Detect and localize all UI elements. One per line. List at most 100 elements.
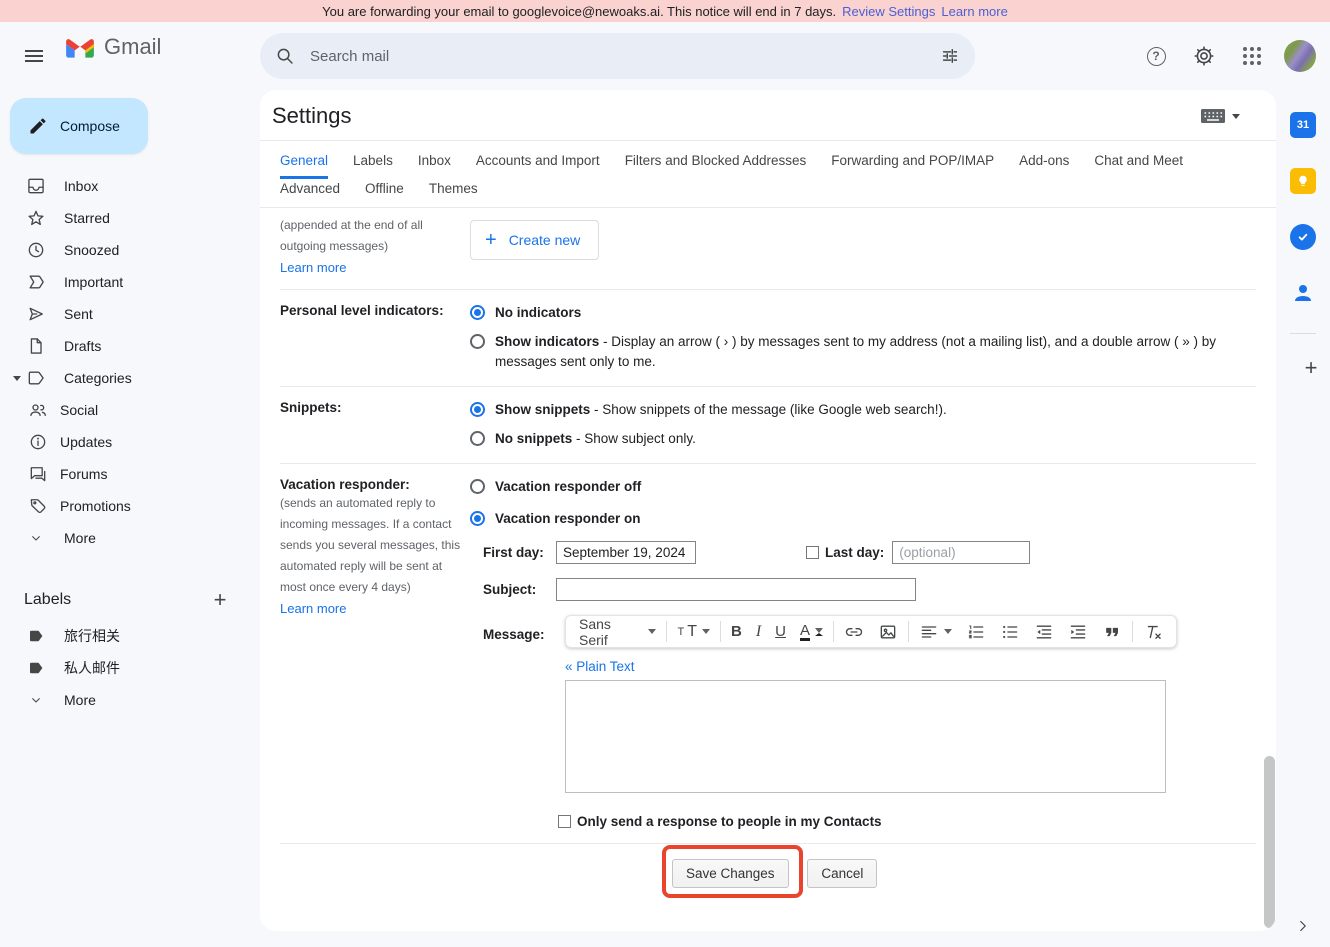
signature-learn-more-link[interactable]: Learn more: [280, 260, 346, 275]
google-apps-button[interactable]: [1232, 36, 1272, 76]
vacation-off-option[interactable]: Vacation responder off: [470, 477, 1256, 497]
remove-formatting-button[interactable]: [1136, 620, 1170, 644]
hide-side-panel-button[interactable]: [1294, 917, 1312, 935]
radio-selected-icon[interactable]: [470, 511, 485, 526]
tab-chat-meet[interactable]: Chat and Meet: [1094, 153, 1183, 179]
font-family-select[interactable]: Sans Serif: [572, 620, 663, 644]
search-icon[interactable]: [274, 45, 296, 67]
show-snippets-option[interactable]: Show snippets - Show snippets of the mes…: [470, 400, 1256, 420]
radio-icon[interactable]: [470, 479, 485, 494]
sidebar-item-categories[interactable]: Categories: [0, 362, 240, 394]
sidebar-item-important[interactable]: Important: [0, 266, 240, 298]
tab-offline[interactable]: Offline: [365, 181, 404, 207]
tab-general[interactable]: General: [280, 153, 328, 179]
labels-more[interactable]: More: [0, 684, 240, 716]
main-menu-icon[interactable]: [14, 36, 54, 76]
sidebar-item-promotions[interactable]: Promotions: [0, 490, 240, 522]
signature-note: (appended at the end of all outgoing mes…: [280, 215, 462, 257]
quote-button[interactable]: [1095, 620, 1129, 644]
indent-less-button[interactable]: [1027, 620, 1061, 644]
settings-button[interactable]: [1184, 36, 1224, 76]
underline-button[interactable]: U: [768, 620, 793, 644]
keep-button[interactable]: [1283, 161, 1323, 201]
side-panel: 31: [1276, 90, 1330, 947]
contacts-button[interactable]: [1283, 273, 1323, 313]
sidebar-item-inbox[interactable]: Inbox: [0, 170, 240, 202]
contacts-only-checkbox[interactable]: [558, 815, 571, 828]
chat-icon: [28, 464, 48, 484]
label-item-travel[interactable]: 旅行相关: [0, 620, 240, 652]
vacation-learn-more-link[interactable]: Learn more: [280, 601, 346, 616]
tab-accounts-import[interactable]: Accounts and Import: [476, 153, 600, 179]
scrollbar-thumb[interactable]: [1264, 756, 1275, 928]
tab-forwarding[interactable]: Forwarding and POP/IMAP: [831, 153, 994, 179]
sidebar-item-more[interactable]: More: [0, 522, 240, 554]
create-label-button[interactable]: [208, 588, 232, 612]
sidebar-item-starred[interactable]: Starred: [0, 202, 240, 234]
bold-button[interactable]: B: [724, 620, 749, 644]
tab-labels[interactable]: Labels: [353, 153, 393, 179]
align-button[interactable]: [912, 620, 959, 644]
first-day-input[interactable]: [556, 541, 696, 564]
radio-icon[interactable]: [470, 334, 485, 349]
settings-footer: 0.03 GB of 15 GB used TermsPrivacyProgra…: [280, 925, 1256, 931]
compose-button[interactable]: Compose: [10, 98, 148, 154]
radio-icon[interactable]: [470, 431, 485, 446]
show-indicators-option[interactable]: Show indicators - Display an arrow ( › )…: [470, 332, 1256, 372]
text-color-button[interactable]: A: [793, 620, 830, 644]
sidebar-item-updates[interactable]: Updates: [0, 426, 240, 458]
last-day-input[interactable]: [892, 541, 1030, 564]
bulleted-list-button[interactable]: [993, 620, 1027, 644]
no-snippets-option[interactable]: No snippets - Show subject only.: [470, 429, 1256, 449]
numbered-list-button[interactable]: [959, 620, 993, 644]
search-bar[interactable]: [260, 33, 975, 79]
dropdown-arrow-icon: [944, 629, 952, 634]
tab-filters[interactable]: Filters and Blocked Addresses: [625, 153, 807, 179]
search-options-icon[interactable]: [939, 45, 961, 67]
cancel-button[interactable]: Cancel: [807, 859, 877, 888]
italic-button[interactable]: I: [749, 620, 768, 644]
sidebar-item-snoozed[interactable]: Snoozed: [0, 234, 240, 266]
insert-link-button[interactable]: [837, 620, 871, 644]
review-settings-link[interactable]: Review Settings: [842, 4, 935, 19]
gmail-logo[interactable]: Gmail: [64, 34, 161, 60]
radio-selected-icon[interactable]: [470, 305, 485, 320]
collapse-arrow-icon[interactable]: [8, 376, 26, 381]
get-addons-button[interactable]: [1283, 348, 1323, 388]
sidebar-item-social[interactable]: Social: [0, 394, 240, 426]
program-policies-link[interactable]: Program Policies: [756, 929, 847, 931]
label-item-private[interactable]: 私人邮件: [0, 652, 240, 684]
last-day-checkbox[interactable]: [806, 546, 819, 559]
radio-selected-icon[interactable]: [470, 402, 485, 417]
terms-link[interactable]: Terms: [660, 929, 693, 931]
calendar-button[interactable]: 31: [1283, 105, 1323, 145]
save-changes-button[interactable]: Save Changes: [672, 859, 789, 888]
sidebar-nav: Inbox Starred Snoozed Important Sent Dra…: [0, 170, 256, 554]
indent-more-button[interactable]: [1061, 620, 1095, 644]
subject-input[interactable]: [556, 578, 916, 601]
search-input[interactable]: [308, 47, 939, 66]
vacation-responder-row: Vacation responder: (sends an automated …: [280, 463, 1256, 843]
create-signature-button[interactable]: Create new: [470, 220, 599, 260]
tab-addons[interactable]: Add-ons: [1019, 153, 1069, 179]
tab-inbox[interactable]: Inbox: [418, 153, 451, 179]
vacation-on-option[interactable]: Vacation responder on: [470, 509, 1256, 529]
vacation-message-textarea[interactable]: [565, 680, 1166, 793]
privacy-link[interactable]: Privacy: [704, 929, 743, 931]
sidebar-item-forums[interactable]: Forums: [0, 458, 240, 490]
insert-image-button[interactable]: [871, 620, 905, 644]
font-size-select[interactable]: TT: [670, 620, 717, 644]
help-button[interactable]: [1136, 36, 1176, 76]
tab-advanced[interactable]: Advanced: [280, 181, 340, 207]
tab-themes[interactable]: Themes: [429, 181, 478, 207]
plain-text-toggle[interactable]: « Plain Text: [565, 659, 635, 674]
bulleted-list-icon: [1000, 622, 1020, 642]
tasks-button[interactable]: [1283, 217, 1323, 257]
no-indicators-option[interactable]: No indicators: [470, 303, 1256, 323]
input-tools-button[interactable]: [1200, 107, 1240, 125]
contacts-only-option[interactable]: Only send a response to people in my Con…: [558, 814, 1256, 829]
learn-more-link[interactable]: Learn more: [941, 4, 1007, 19]
account-button[interactable]: [1280, 36, 1320, 76]
sidebar-item-sent[interactable]: Sent: [0, 298, 240, 330]
sidebar-item-drafts[interactable]: Drafts: [0, 330, 240, 362]
